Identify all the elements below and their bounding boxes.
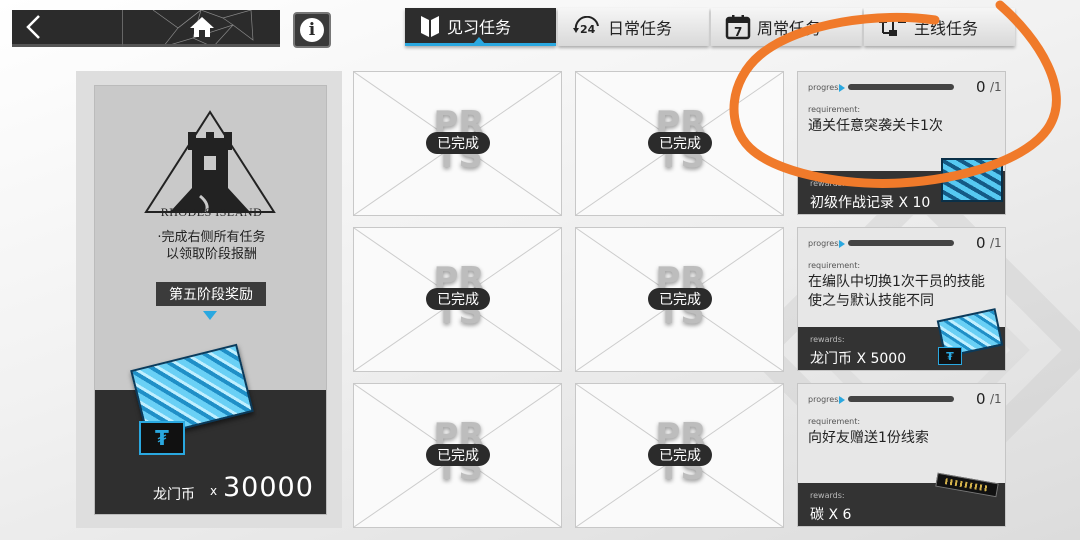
progress-bar bbox=[848, 240, 954, 246]
description-line: 以领取阶段报酬 bbox=[165, 247, 257, 262]
requirement-text: 向好友赠送1份线索 bbox=[808, 430, 929, 446]
tab-label: 日常任务 bbox=[608, 19, 673, 38]
stage-description: ·完成右侧所有任务 以领取阶段报酬 bbox=[95, 229, 326, 263]
active-tab-indicator bbox=[473, 37, 485, 44]
progress-total: /1 bbox=[990, 80, 1002, 94]
requirement-text: 在编队中切换1次干员的技能使之与默认技能不同 bbox=[808, 274, 985, 309]
tree-icon bbox=[879, 17, 906, 36]
completed-task-card: PR TS 已完成 bbox=[575, 383, 784, 528]
info-button[interactable]: i bbox=[293, 12, 331, 48]
task-card[interactable]: progress 0 /1 requirement: 向好友赠送1份线索 rew… bbox=[797, 383, 1006, 527]
logo-text: RHODES ISLAND bbox=[160, 205, 263, 219]
completed-badge: 已完成 bbox=[426, 444, 490, 466]
progress-count: 0 bbox=[976, 78, 986, 96]
progress-label: progress bbox=[808, 395, 843, 404]
reward-text: 龙门币 X 5000 bbox=[810, 351, 907, 367]
battle-record-icon bbox=[941, 158, 1003, 202]
requirement-text: 通关任意突袭关卡1次 bbox=[808, 118, 943, 134]
reward-text: 碳 X 6 bbox=[810, 507, 852, 523]
tab-label: 周常任务 bbox=[757, 19, 822, 38]
tab-label: 主线任务 bbox=[914, 19, 979, 38]
stage-reward-panel: RHODES ISLAND ·完成右侧所有任务 以领取阶段报酬 第五阶段奖励 ₮… bbox=[94, 85, 327, 515]
completed-badge: 已完成 bbox=[648, 132, 712, 154]
tab-trainee-tasks[interactable]: 见习任务 bbox=[405, 8, 556, 46]
progress-total: /1 bbox=[990, 236, 1002, 250]
calendar-7-icon: 7 bbox=[725, 15, 751, 40]
tab-label: 见习任务 bbox=[447, 17, 512, 37]
progress-label: progress bbox=[808, 239, 843, 248]
completed-task-card: PR TS 已完成 bbox=[575, 227, 784, 372]
task-tabs: 见习任务 24 日常任务 7 周常任务 主线任务 bbox=[405, 8, 1015, 46]
completed-badge: 已完成 bbox=[648, 288, 712, 310]
progress-total: /1 bbox=[990, 392, 1002, 406]
stage-reward-label: 第五阶段奖励 bbox=[156, 282, 266, 306]
home-button[interactable] bbox=[122, 10, 280, 47]
tab-weekly-tasks[interactable]: 7 周常任务 bbox=[711, 8, 862, 46]
progress-count: 0 bbox=[976, 390, 986, 408]
chevron-left-icon bbox=[26, 15, 40, 39]
task-card[interactable]: progress 0 /1 requirement: 通关任意突袭关卡1次 re… bbox=[797, 71, 1006, 215]
24-hour-icon: 24 bbox=[573, 16, 599, 36]
completed-task-card: PR TS 已完成 bbox=[575, 71, 784, 216]
rewards-label: rewards: bbox=[810, 491, 845, 500]
requirement-label: requirement: bbox=[808, 261, 861, 270]
completed-badge: 已完成 bbox=[426, 288, 490, 310]
home-icon bbox=[189, 17, 214, 37]
info-glyph: i bbox=[308, 20, 316, 40]
progress-count: 0 bbox=[976, 234, 986, 252]
completed-task-card: PR TS 已完成 bbox=[353, 383, 562, 528]
rewards-label: rewards: bbox=[810, 335, 845, 344]
task-card[interactable]: progress 0 /1 requirement: 在编队中切换1次干员的技能… bbox=[797, 227, 1006, 371]
progress-arrow-icon bbox=[839, 396, 845, 404]
svg-text:7: 7 bbox=[734, 25, 742, 39]
reward-name: 龙门币 bbox=[153, 487, 195, 503]
rhodes-island-logo bbox=[144, 110, 276, 213]
back-button[interactable] bbox=[12, 10, 122, 47]
bookmark-icon bbox=[421, 15, 439, 37]
requirement-label: requirement: bbox=[808, 105, 861, 114]
svg-text:24: 24 bbox=[580, 23, 596, 36]
requirement-label: requirement: bbox=[808, 417, 861, 426]
completed-badge: 已完成 bbox=[648, 444, 712, 466]
progress-label: progress bbox=[808, 83, 843, 92]
progress-bar bbox=[848, 396, 954, 402]
rewards-label: rewards: bbox=[810, 179, 845, 188]
lmd-icon: ₮ bbox=[139, 421, 185, 455]
progress-arrow-icon bbox=[839, 240, 845, 248]
reward-quantity: 30000 bbox=[223, 472, 314, 503]
down-arrow-icon bbox=[203, 311, 217, 320]
progress-arrow-icon bbox=[839, 84, 845, 92]
lmd-icon: ₮ bbox=[938, 347, 962, 365]
completed-task-card: PR TS 已完成 bbox=[353, 227, 562, 372]
completed-task-card: PR TS 已完成 bbox=[353, 71, 562, 216]
progress-bar bbox=[848, 84, 954, 90]
tab-main-tasks[interactable]: 主线任务 bbox=[864, 8, 1015, 46]
completed-badge: 已完成 bbox=[426, 132, 490, 154]
tab-daily-tasks[interactable]: 24 日常任务 bbox=[558, 8, 709, 46]
reward-multiplier: x bbox=[210, 484, 218, 498]
description-line: ·完成右侧所有任务 bbox=[157, 230, 266, 245]
reward-text: 初级作战记录 X 10 bbox=[810, 195, 931, 211]
